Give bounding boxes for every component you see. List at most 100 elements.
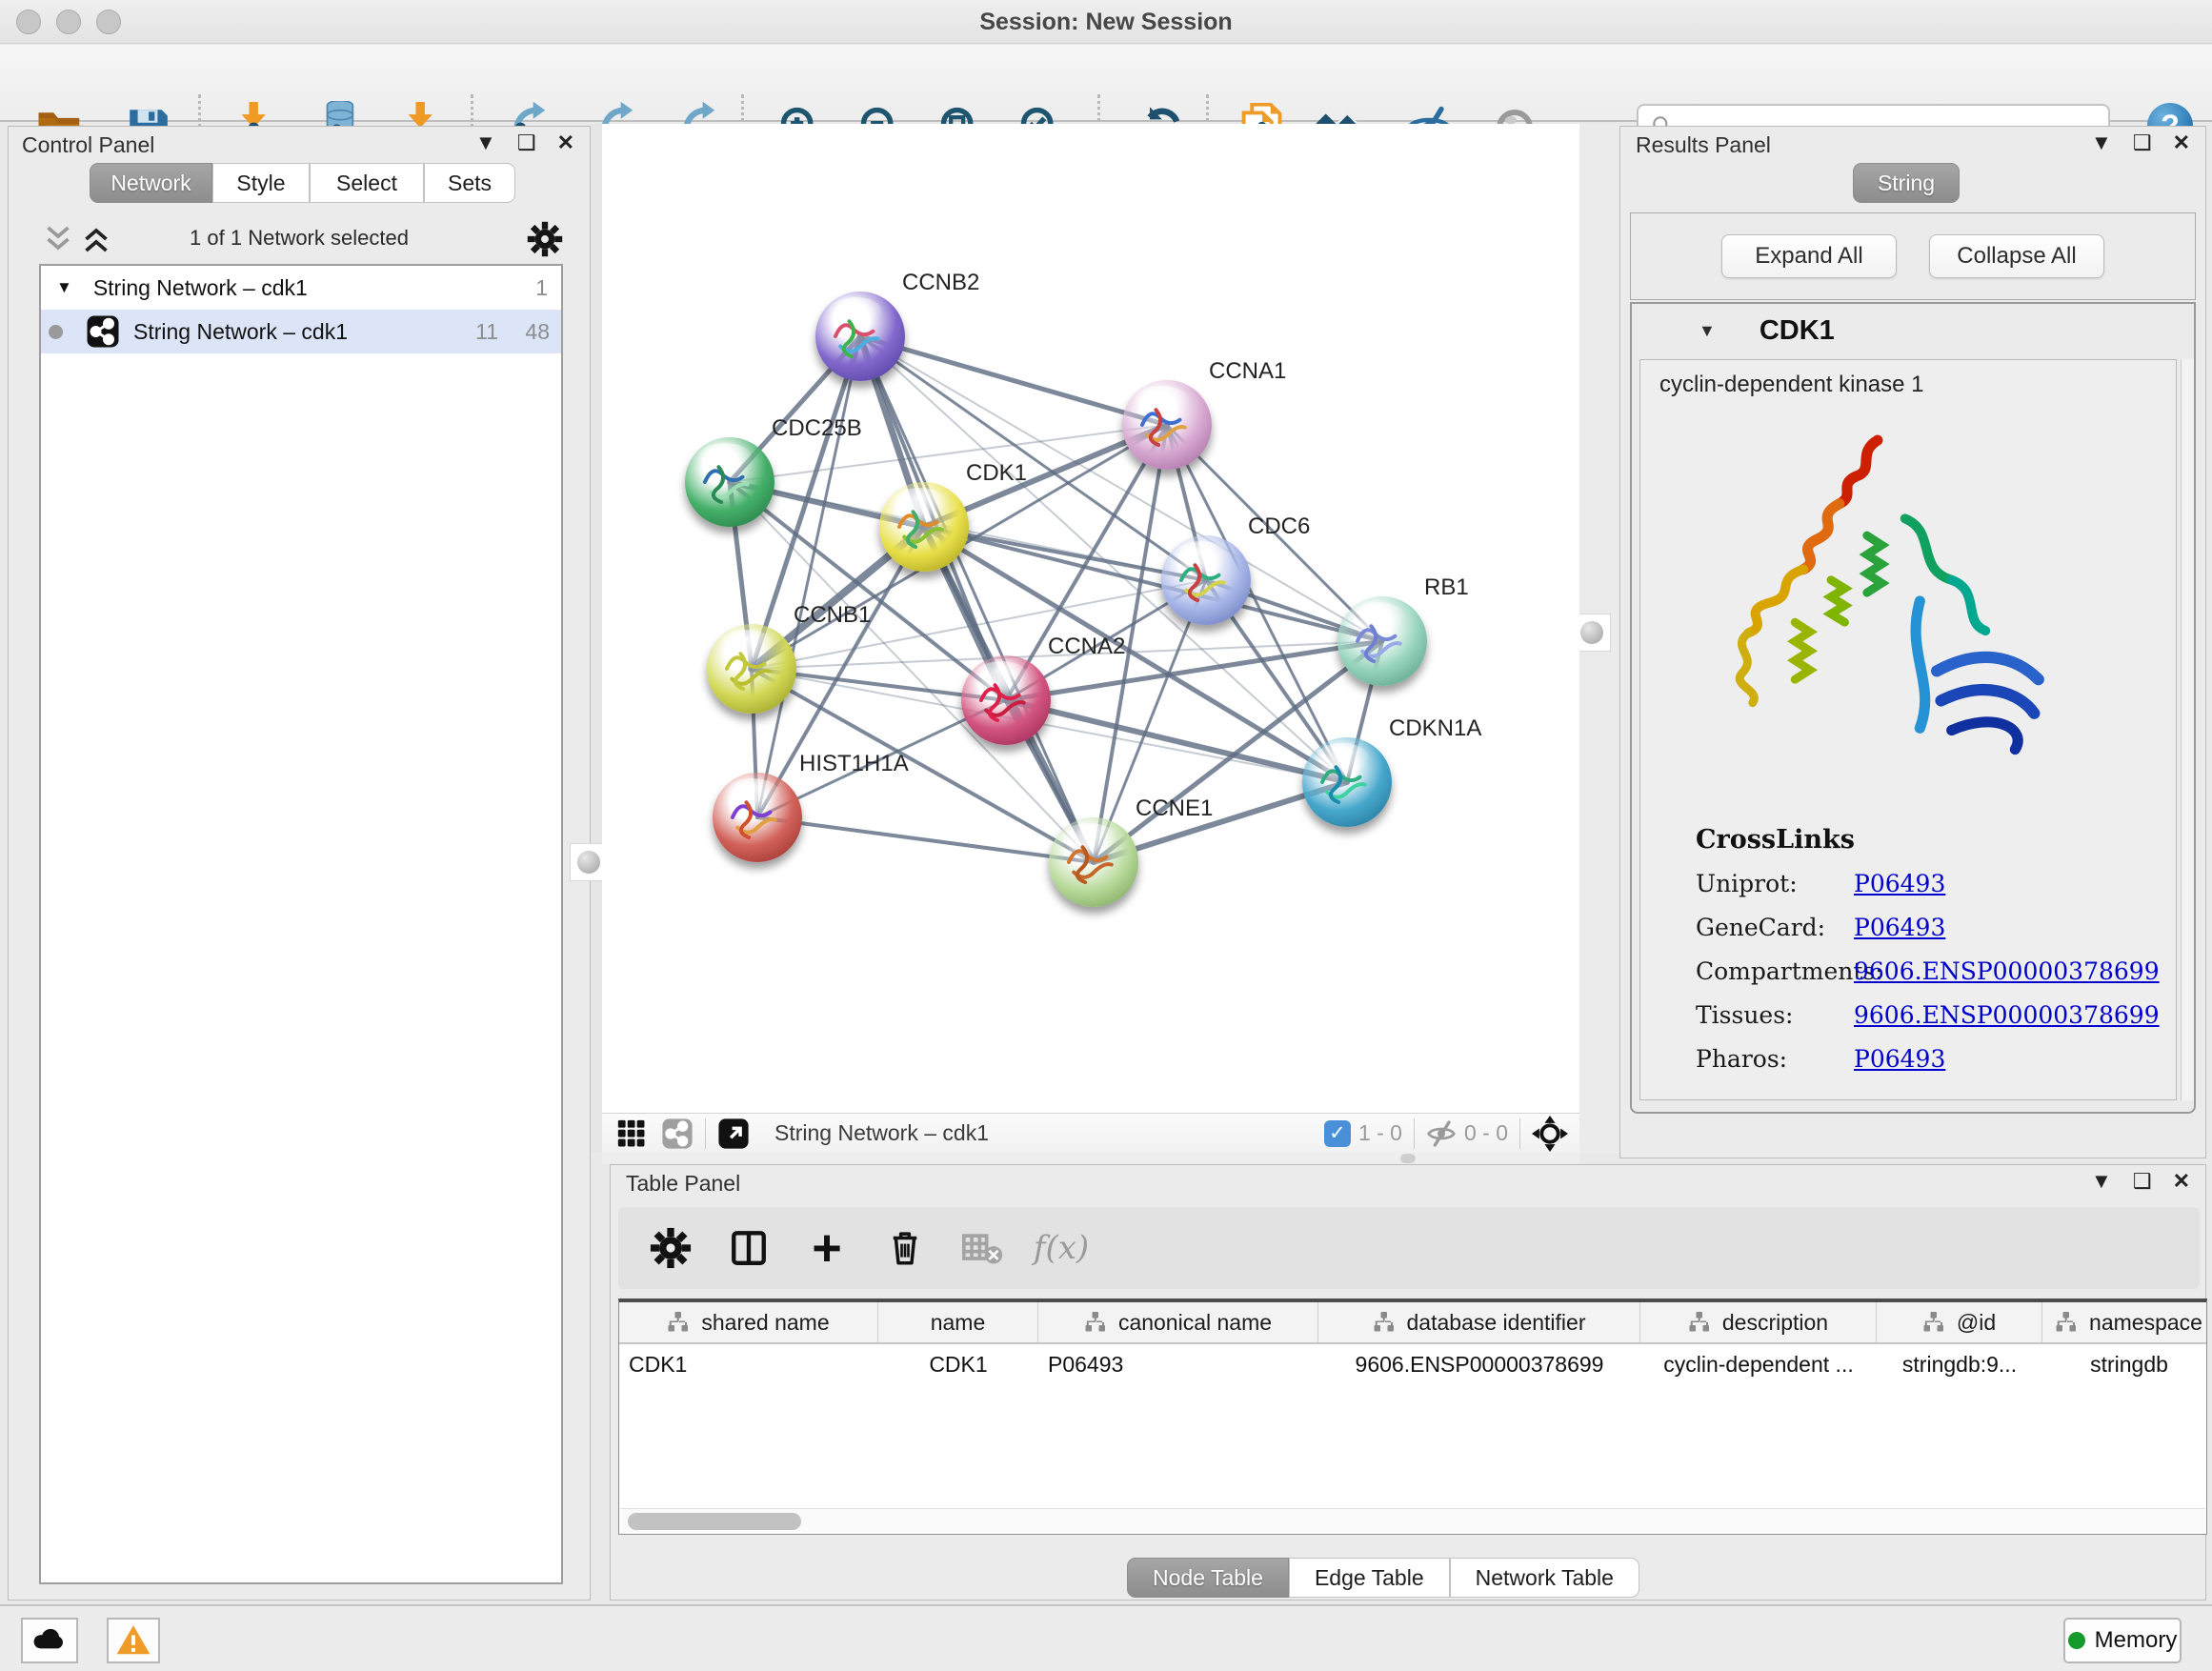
network-node-ccnb2[interactable]: [815, 292, 905, 381]
table-cell[interactable]: stringdb:9...: [1877, 1344, 2042, 1386]
crosslink-label: GeneCard:: [1696, 914, 1854, 941]
tab-edge-table[interactable]: Edge Table: [1289, 1558, 1450, 1598]
network-share-icon[interactable]: [661, 1117, 694, 1150]
table-cell[interactable]: 9606.ENSP00000378699: [1318, 1344, 1640, 1386]
network-node-hist1h1a[interactable]: [713, 773, 802, 862]
column-header-shared-name[interactable]: shared name: [619, 1302, 878, 1342]
crosslink-link[interactable]: 9606.ENSP00000378699: [1854, 1001, 2160, 1029]
left-splitter[interactable]: [591, 124, 602, 1153]
birds-eye-grid-icon[interactable]: [615, 1117, 648, 1150]
memory-label: Memory: [2095, 1627, 2178, 1654]
table-options-gear-icon[interactable]: [647, 1224, 694, 1272]
network-node-ccna1[interactable]: [1122, 380, 1212, 470]
table-panel-close-icon[interactable]: ✕: [2173, 1171, 2190, 1192]
results-panel-close-icon[interactable]: ✕: [2173, 132, 2190, 153]
protein-thumbnail-icon: [1175, 553, 1236, 608]
table-cell[interactable]: stringdb: [2042, 1344, 2212, 1386]
hidden-counts: 0 - 0: [1464, 1120, 1508, 1146]
detach-view-icon[interactable]: [717, 1117, 750, 1150]
delete-column-trash-icon[interactable]: [881, 1224, 929, 1272]
crosslink-link[interactable]: 9606.ENSP00000378699: [1854, 957, 2160, 985]
control-panel-close-icon[interactable]: ✕: [557, 132, 574, 153]
node-label-ccnb2: CCNB2: [902, 270, 979, 296]
column-tree-icon: [1688, 1311, 1711, 1334]
network-node-cdc25b[interactable]: [685, 437, 774, 527]
table-tabs: Node Table Edge Table Network Table: [1127, 1558, 1639, 1598]
column-header-description[interactable]: description: [1640, 1302, 1877, 1342]
crosslink-link[interactable]: P06493: [1854, 1045, 1945, 1073]
crosslink-row: GeneCard: P06493: [1696, 914, 2160, 941]
horizontal-splitter[interactable]: [602, 1153, 1579, 1164]
add-column-icon[interactable]: +: [803, 1224, 851, 1272]
show-columns-icon[interactable]: [725, 1224, 773, 1272]
node-label-cdkn1a: CDKN1A: [1389, 715, 1481, 742]
column-header-database-identifier[interactable]: database identifier: [1318, 1302, 1640, 1342]
tab-node-table[interactable]: Node Table: [1127, 1558, 1289, 1598]
node-label-rb1: RB1: [1424, 574, 1469, 601]
tab-style[interactable]: Style: [212, 163, 310, 203]
crosslink-row: Pharos: P06493: [1696, 1045, 2160, 1073]
table-toolbar: + f(x): [618, 1207, 2200, 1289]
results-scrollbar[interactable]: [2181, 359, 2194, 1100]
collapse-all-button[interactable]: Collapse All: [1929, 234, 2104, 278]
hidden-eye-slash-icon[interactable]: [1426, 1118, 1457, 1149]
table-row[interactable]: CDK1CDK1P064939606.ENSP00000378699cyclin…: [619, 1344, 2206, 1386]
fit-content-crosshair-icon[interactable]: [1532, 1116, 1568, 1152]
tab-network-table[interactable]: Network Table: [1450, 1558, 1639, 1598]
network-node-cdc6[interactable]: [1161, 535, 1251, 625]
table-panel-menu-icon[interactable]: ▼: [2091, 1171, 2112, 1192]
tab-string[interactable]: String: [1853, 163, 1960, 203]
crosslink-link[interactable]: P06493: [1854, 870, 1945, 897]
tab-select[interactable]: Select: [310, 163, 424, 203]
warning-icon[interactable]: [107, 1618, 160, 1663]
node-label-ccna2: CCNA2: [1048, 634, 1125, 660]
crosslink-row: Uniprot: P06493: [1696, 870, 2160, 897]
network-node-rb1[interactable]: [1337, 596, 1427, 686]
status-bar: Memory: [0, 1604, 2212, 1671]
column-header-name[interactable]: name: [878, 1302, 1038, 1342]
memory-button[interactable]: Memory: [2063, 1618, 2182, 1663]
network-node-ccna2[interactable]: [961, 655, 1051, 745]
control-panel-menu-icon[interactable]: ▼: [475, 132, 496, 153]
gene-expand-icon[interactable]: ▼: [1699, 321, 1716, 341]
network-node-ccnb1[interactable]: [707, 624, 796, 714]
tab-network[interactable]: Network: [90, 163, 212, 203]
network-canvas[interactable]: CCNB2 CCNA1 CDC25B CDK1: [602, 124, 1579, 1113]
scrollbar-thumb[interactable]: [628, 1513, 801, 1530]
horizontal-splitter-handle[interactable]: [1400, 1154, 1416, 1163]
table-cell[interactable]: CDK1: [878, 1344, 1038, 1386]
selected-checkbox-icon[interactable]: ✓: [1324, 1120, 1351, 1147]
results-panel-float-icon[interactable]: ❑: [2133, 132, 2152, 153]
column-header--id[interactable]: @id: [1877, 1302, 2042, 1342]
network-collection-row[interactable]: ▼ String Network – cdk1 1: [41, 266, 561, 310]
network-node-ccne1[interactable]: [1049, 817, 1138, 907]
table-cell[interactable]: P06493: [1038, 1344, 1318, 1386]
network-node-cdk1[interactable]: [879, 482, 969, 572]
results-panel-menu-icon[interactable]: ▼: [2091, 132, 2112, 153]
network-row-selected[interactable]: String Network – cdk1 11 48: [41, 310, 561, 353]
table-panel-float-icon[interactable]: ❑: [2133, 1171, 2152, 1192]
expand-all-button[interactable]: Expand All: [1721, 234, 1897, 278]
cloud-icon[interactable]: [21, 1618, 78, 1663]
collection-expand-icon[interactable]: ▼: [56, 278, 72, 297]
gene-details: cyclin-dependent kinase 1: [1639, 359, 2177, 1100]
network-edge-count: 48: [525, 319, 550, 345]
function-builder-icon: f(x): [1037, 1224, 1085, 1272]
crosslink-link[interactable]: P06493: [1854, 914, 1945, 941]
control-panel-float-icon[interactable]: ❑: [517, 132, 536, 153]
column-header-namespace[interactable]: namespace: [2042, 1302, 2212, 1342]
tab-sets[interactable]: Sets: [424, 163, 515, 203]
column-header-canonical-name[interactable]: canonical name: [1038, 1302, 1318, 1342]
crosslink-label: Uniprot:: [1696, 870, 1854, 897]
table-cell[interactable]: cyclin-dependent ...: [1640, 1344, 1877, 1386]
network-node-cdkn1a[interactable]: [1302, 737, 1392, 827]
title-bar: Session: New Session: [0, 0, 2212, 44]
network-options-gear-icon[interactable]: [527, 221, 563, 257]
table-horizontal-scrollbar[interactable]: [620, 1508, 2205, 1533]
column-label: name: [931, 1310, 986, 1336]
gene-section-header[interactable]: ▼ CDK1: [1632, 304, 2194, 357]
network-current-dot-icon: [49, 325, 63, 339]
protein-thumbnail-icon: [829, 309, 890, 364]
crosslinks-section: CrossLinks Uniprot: P06493GeneCard: P064…: [1696, 825, 2160, 1089]
table-cell[interactable]: CDK1: [619, 1344, 878, 1386]
